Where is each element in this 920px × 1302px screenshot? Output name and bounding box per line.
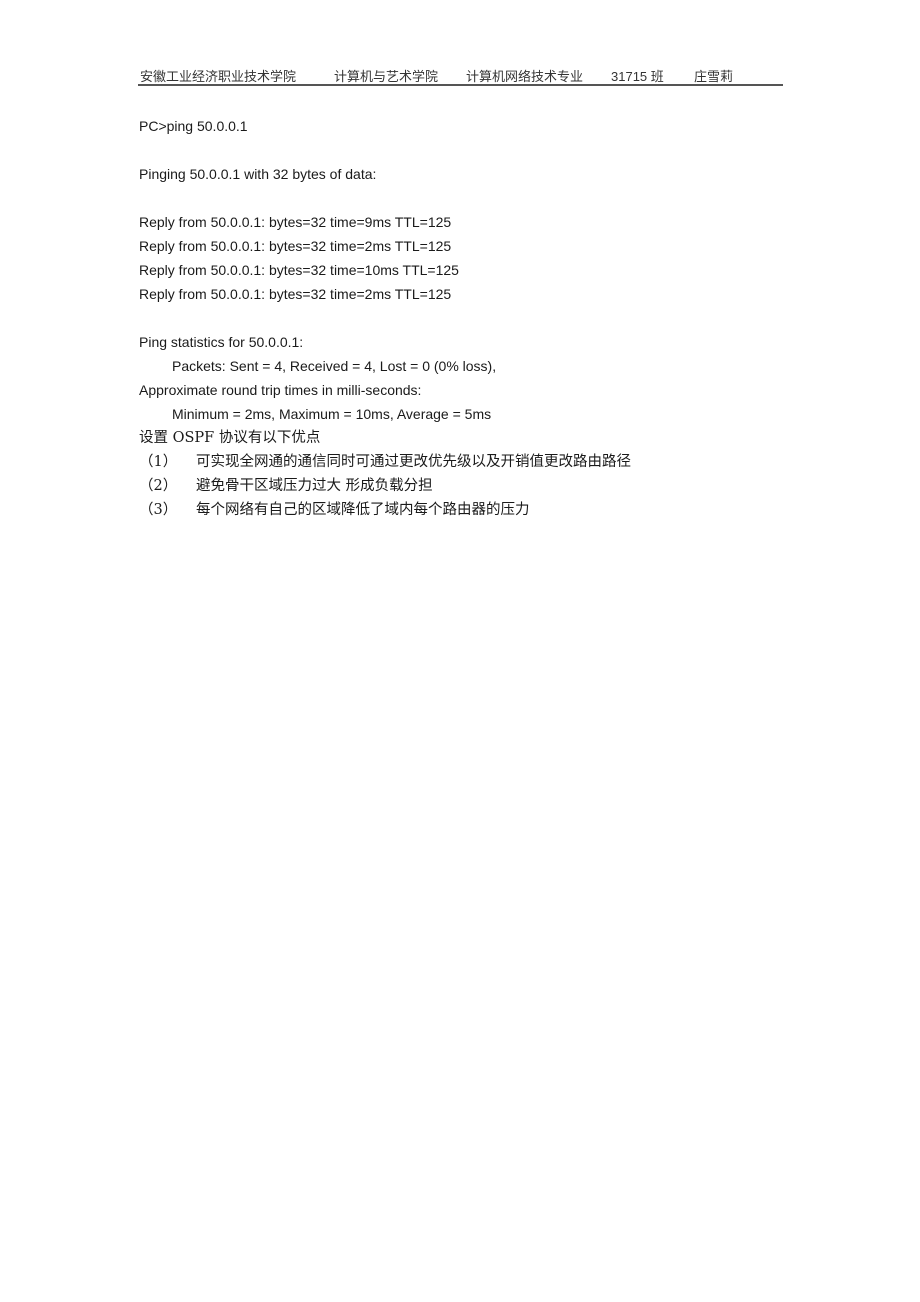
rtt-values: Minimum = 2ms, Maximum = 10ms, Average =…: [172, 406, 492, 422]
ospf-list-item: （3） 每个网络有自己的区域降低了域内每个路由器的压力: [139, 498, 789, 522]
rtt-title: Approximate round trip times in milli-se…: [139, 382, 422, 398]
header-class: 31715 班: [611, 69, 664, 84]
document-body: PC>ping 50.0.0.1 Pinging 50.0.0.1 with 3…: [139, 114, 789, 522]
pinging-line: Pinging 50.0.0.1 with 32 bytes of data:: [139, 166, 377, 182]
reply-line: Reply from 50.0.0.1: bytes=32 time=9ms T…: [139, 214, 452, 230]
header-college: 计算机与艺术学院: [334, 70, 439, 85]
page-header: 安徽工业经济职业技术学院 计算机与艺术学院 计算机网络技术专业 31715 班 …: [138, 64, 783, 86]
list-number: （2）: [139, 478, 178, 494]
header-name: 庄雪莉: [694, 70, 734, 85]
list-number: （3）: [139, 502, 178, 518]
reply-line: Reply from 50.0.0.1: bytes=32 time=10ms …: [139, 262, 459, 278]
ospf-list-item: （1） 可实现全网通的通信同时可通过更改优先级以及开销值更改路由路径: [139, 450, 789, 474]
header-school: 安徽工业经济职业技术学院: [140, 70, 297, 85]
list-text: 每个网络有自己的区域降低了域内每个路由器的压力: [196, 502, 530, 518]
header-major: 计算机网络技术专业: [466, 70, 584, 85]
reply-line: Reply from 50.0.0.1: bytes=32 time=2ms T…: [139, 286, 452, 302]
list-number: （1）: [139, 454, 178, 470]
list-text: 避免骨干区域压力过大 形成负载分担: [196, 478, 433, 494]
stats-title: Ping statistics for 50.0.0.1:: [139, 334, 304, 350]
packets-stats: Packets: Sent = 4, Received = 4, Lost = …: [172, 358, 497, 374]
list-text: 可实现全网通的通信同时可通过更改优先级以及开销值更改路由路径: [196, 454, 631, 470]
reply-line: Reply from 50.0.0.1: bytes=32 time=2ms T…: [139, 238, 452, 254]
ospf-heading: 设置 OSPF 协议有以下优点: [139, 430, 321, 446]
ping-command: PC>ping 50.0.0.1: [139, 118, 248, 134]
ospf-list-item: （2） 避免骨干区域压力过大 形成负载分担: [139, 474, 789, 498]
